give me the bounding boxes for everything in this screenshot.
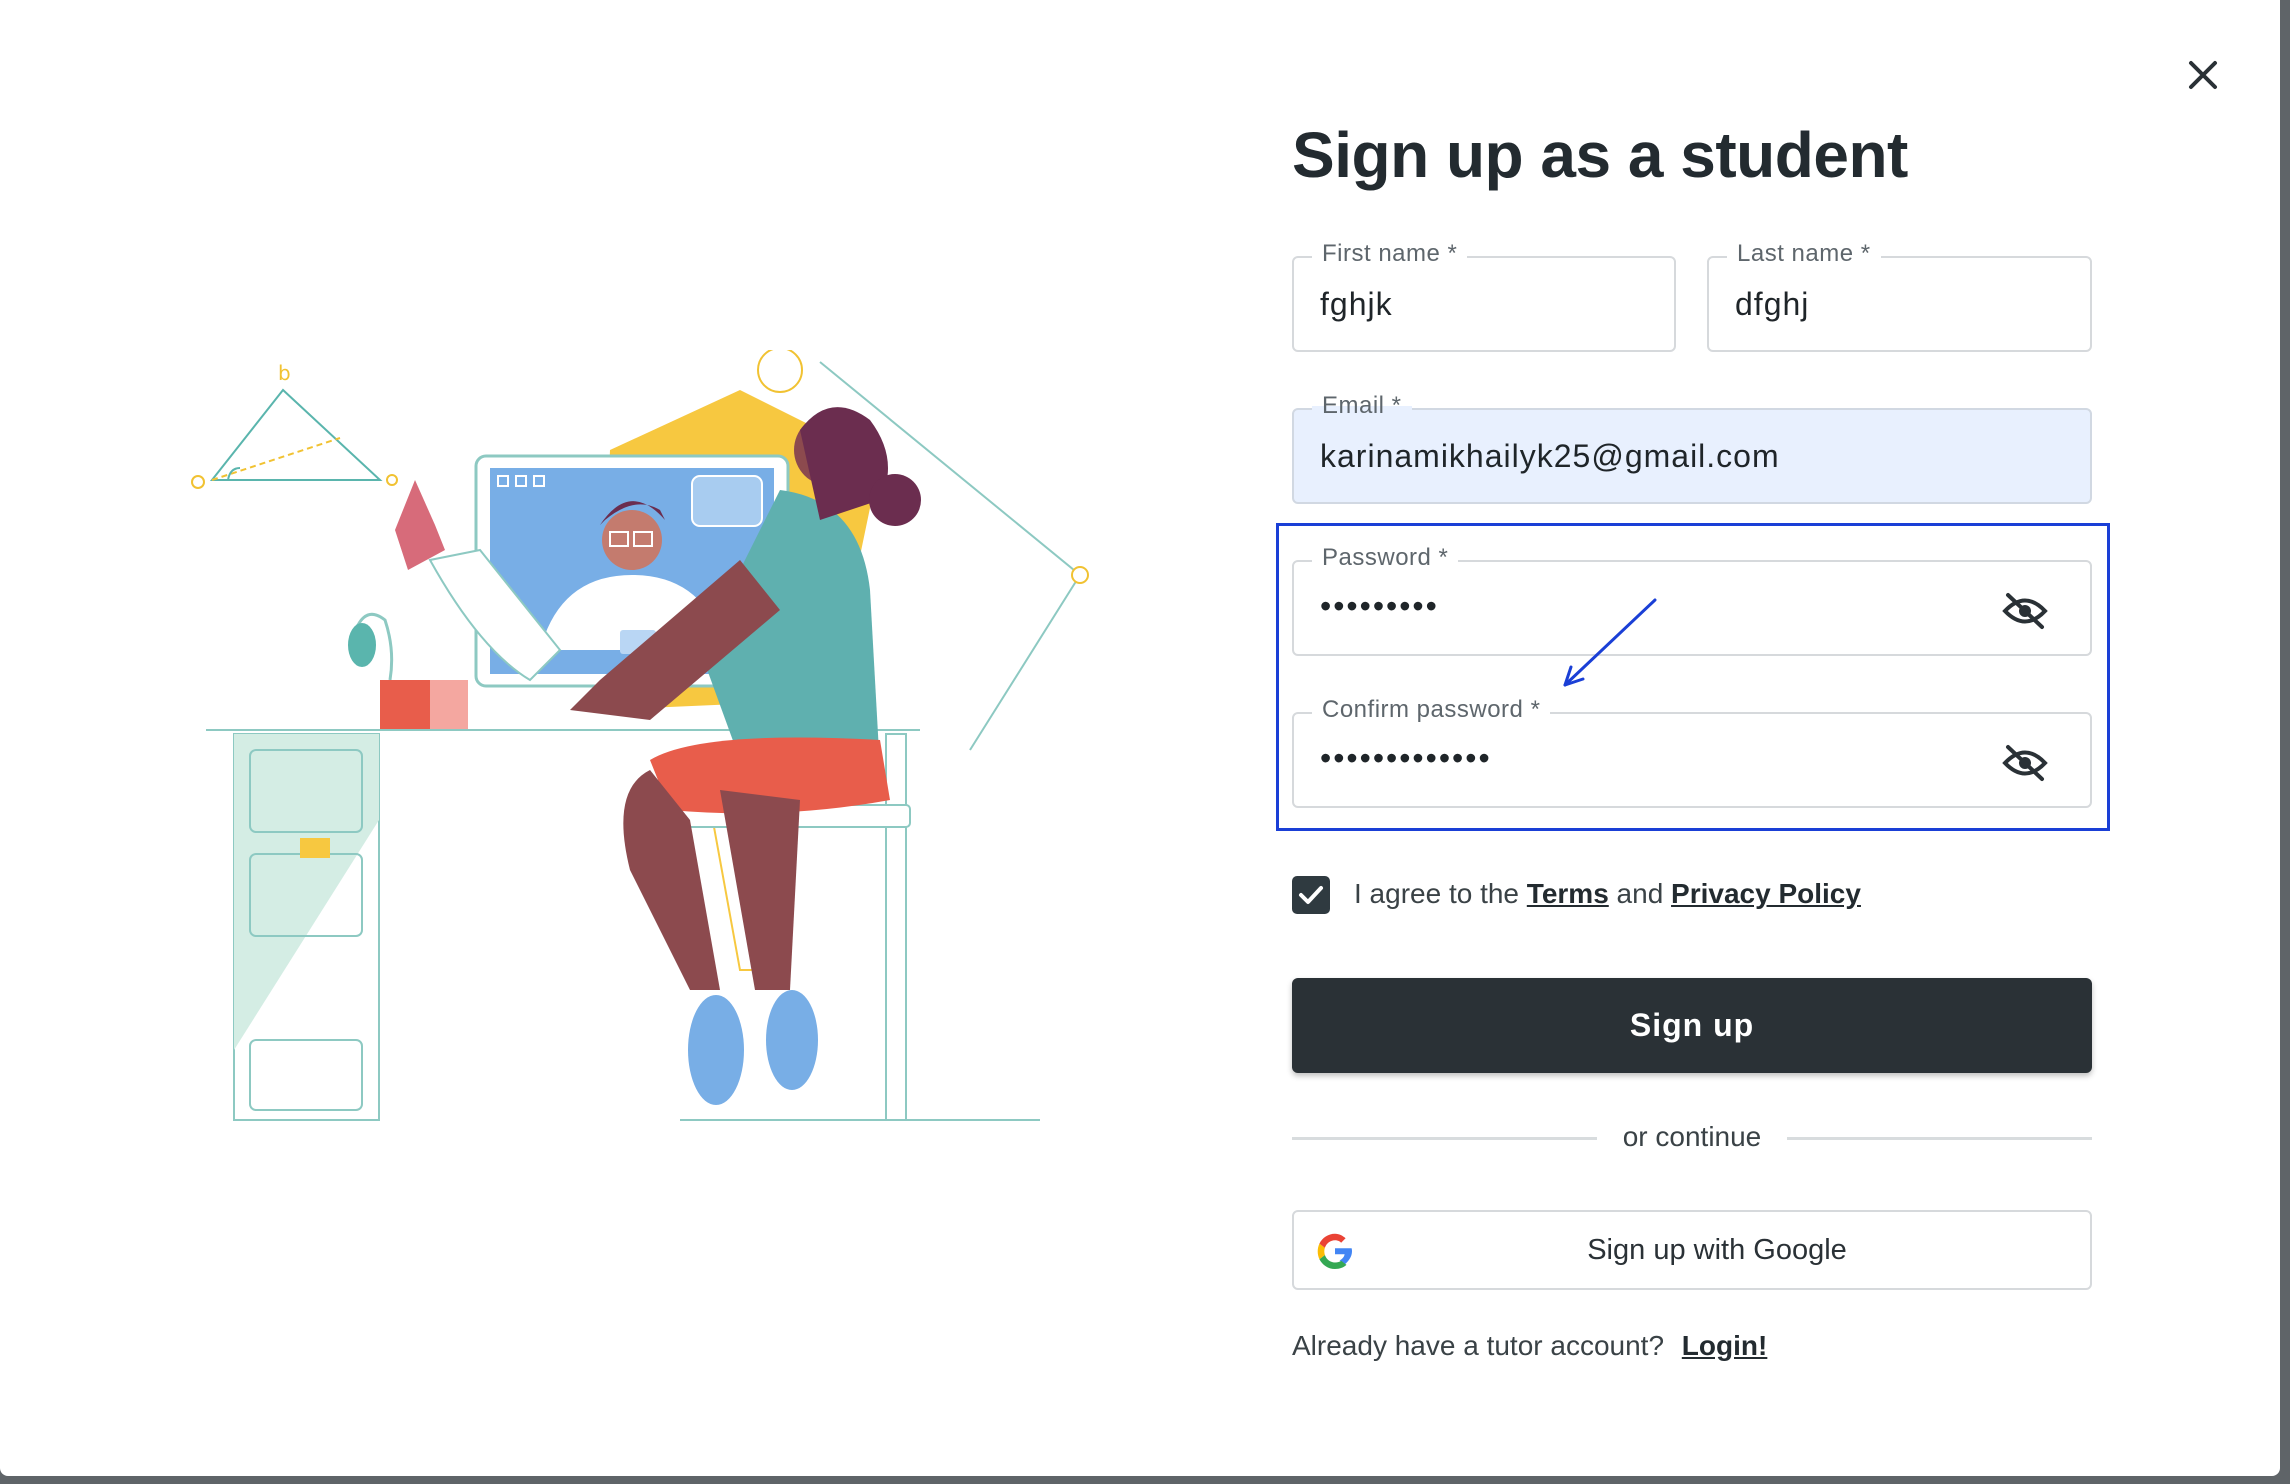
last-name-field[interactable]: Last name * dfghj [1707, 240, 2092, 352]
agreement-and: and [1616, 878, 1664, 909]
agreement-text: I agree to the Terms and Privacy Policy [1354, 878, 1861, 910]
agreement-prefix: I agree to the [1354, 878, 1520, 909]
annotation-highlight-box [1276, 523, 2110, 831]
last-name-label: Last name * [1727, 240, 1881, 268]
privacy-policy-link[interactable]: Privacy Policy [1671, 878, 1861, 909]
terms-link[interactable]: Terms [1527, 878, 1609, 909]
checkmark-icon [1299, 886, 1323, 904]
or-continue-text: or continue [1622, 1121, 1762, 1152]
divider-left [1292, 1137, 1597, 1140]
first-name-value: fghjk [1320, 286, 1393, 322]
email-field[interactable]: Email * karinamikhailyk25@gmail.com [1292, 392, 2092, 504]
sign-up-button[interactable]: Sign up [1292, 978, 2092, 1073]
login-question: Already have a tutor account? [1292, 1330, 1665, 1361]
first-name-field[interactable]: First name * fghjk [1292, 240, 1676, 352]
annotation-arrow-icon [1563, 598, 1657, 687]
close-icon[interactable] [2180, 52, 2226, 98]
signup-modal: b Sign up as a student First name * fghj… [0, 0, 2280, 1476]
email-value: karinamikhailyk25@gmail.com [1320, 438, 1780, 474]
student-illustration: b [191, 350, 1089, 1121]
email-label: Email * [1312, 392, 1412, 420]
triangle-drawing [209, 388, 383, 481]
divider-right [1787, 1137, 2092, 1140]
login-prompt: Already have a tutor account? Login! [1292, 1330, 1767, 1362]
google-signup-button[interactable]: Sign up with Google [1292, 1210, 2092, 1290]
login-link[interactable]: Login! [1682, 1330, 1768, 1361]
last-name-value: dfghj [1735, 286, 1810, 322]
page-title: Sign up as a student [1292, 119, 1908, 191]
agree-checkbox[interactable] [1292, 876, 1330, 914]
google-signup-label: Sign up with Google [1587, 1234, 1847, 1266]
svg-text:b: b [278, 361, 291, 385]
first-name-label: First name * [1312, 240, 1468, 268]
